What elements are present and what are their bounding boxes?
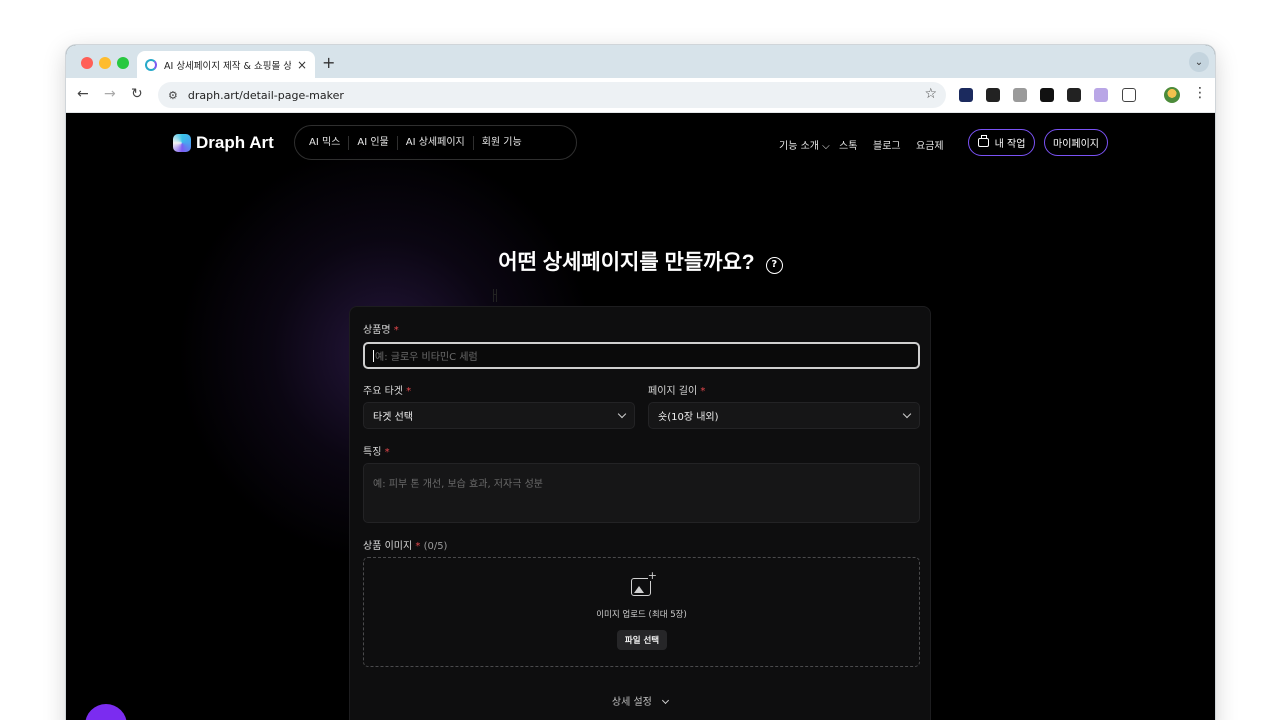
- back-button[interactable]: ←: [77, 86, 89, 102]
- site-header: Draph Art AI 믹스 AI 인물 AI 상세페이지 회원 기능 기능 …: [66, 113, 1215, 173]
- close-window-button[interactable]: [81, 57, 93, 69]
- nav-features-dropdown[interactable]: 기능 소개 ⌵: [779, 137, 830, 152]
- logo-text: Draph Art: [196, 133, 274, 152]
- draph-logo-icon: [173, 134, 191, 152]
- main-nav: AI 믹스 AI 인물 AI 상세페이지 회원 기능: [294, 125, 577, 160]
- site-info-icon[interactable]: ⚙: [168, 89, 178, 102]
- tab-title: AI 상세페이지 제작 & 쇼핑몰 상세페이지: [164, 60, 291, 72]
- target-select-value: 타겟 선택: [373, 412, 413, 423]
- nav-stock[interactable]: 스톡: [839, 137, 857, 152]
- chevron-down-icon: [662, 696, 670, 705]
- nav-blog[interactable]: 블로그: [873, 137, 901, 152]
- file-select-button[interactable]: 파일 선택: [617, 630, 667, 650]
- my-work-label: 내 작업: [994, 139, 1026, 150]
- extension-pen-icon[interactable]: [986, 88, 1000, 102]
- required-mark: *: [700, 386, 706, 397]
- bookmark-star-icon[interactable]: ☆: [924, 86, 937, 102]
- page-title: 어떤 상세페이지를 만들까요?: [498, 251, 755, 274]
- forward-button[interactable]: →: [104, 86, 116, 102]
- profile-avatar[interactable]: [1164, 87, 1180, 103]
- my-page-label: 마이페이지: [1053, 139, 1099, 150]
- required-mark: *: [393, 325, 399, 336]
- advanced-settings-toggle[interactable]: 상세 설정: [350, 693, 930, 708]
- maximize-window-button[interactable]: [117, 57, 129, 69]
- page-length-label-text: 페이지 길이: [648, 386, 698, 397]
- reload-button[interactable]: ↻: [131, 86, 143, 102]
- required-mark: *: [384, 447, 390, 458]
- required-mark: *: [415, 541, 421, 552]
- my-page-button[interactable]: 마이페이지: [1044, 129, 1108, 156]
- my-work-button[interactable]: 내 작업: [968, 129, 1035, 156]
- target-select[interactable]: 타겟 선택: [363, 402, 635, 429]
- page-title-row: 어떤 상세페이지를 만들까요? ?: [66, 246, 1215, 276]
- nav-member-features[interactable]: 회원 기능: [474, 136, 530, 150]
- chevron-down-icon: [902, 409, 912, 419]
- url-text[interactable]: draph.art/detail-page-maker: [188, 89, 344, 102]
- product-name-input[interactable]: 예: 글로우 비타민C 세럼: [363, 342, 920, 369]
- product-name-label-text: 상품명: [363, 325, 391, 336]
- product-name-label: 상품명 *: [363, 321, 399, 336]
- features-placeholder: 예: 피부 톤 개선, 보습 효과, 저자극 성분: [373, 479, 543, 490]
- page-length-select-value: 숏(10장 내외): [658, 412, 719, 423]
- product-images-label-text: 상품 이미지: [363, 541, 413, 552]
- required-mark: *: [406, 386, 412, 397]
- text-caret: [373, 349, 374, 362]
- new-tab-button[interactable]: +: [322, 53, 335, 72]
- page-viewport: Draph Art AI 믹스 AI 인물 AI 상세페이지 회원 기능 기능 …: [66, 113, 1215, 720]
- nav-ai-detail-page[interactable]: AI 상세페이지: [398, 135, 474, 150]
- tab-strip: AI 상세페이지 제작 & 쇼핑몰 상세페이지 × + ⌄: [66, 45, 1215, 78]
- browser-window: AI 상세페이지 제작 & 쇼핑몰 상세페이지 × + ⌄ ← → ↻ ⚙ dr…: [66, 45, 1215, 720]
- extensions-puzzle-icon[interactable]: [1122, 88, 1136, 102]
- chevron-down-icon: [617, 409, 627, 419]
- detail-page-form: 상품명 * 예: 글로우 비타민C 세럼 주요 타겟 * 타겟 선택 페이지 길…: [349, 306, 931, 720]
- help-icon[interactable]: ?: [765, 257, 783, 274]
- extension-1-icon[interactable]: [959, 88, 973, 102]
- nav-ai-mix[interactable]: AI 믹스: [301, 135, 350, 150]
- target-label-text: 주요 타겟: [363, 386, 403, 397]
- extension-mail-icon[interactable]: [1094, 88, 1108, 102]
- upload-hint: 이미지 업로드 (최대 5장): [596, 610, 687, 620]
- product-name-placeholder: 예: 글로우 비타민C 세럼: [375, 352, 478, 363]
- extension-f-icon[interactable]: [1067, 88, 1081, 102]
- features-textarea[interactable]: 예: 피부 톤 개선, 보습 효과, 저자극 성분: [363, 463, 920, 523]
- draph-logo[interactable]: Draph Art: [173, 133, 274, 153]
- active-tab[interactable]: AI 상세페이지 제작 & 쇼핑몰 상세페이지 ×: [137, 51, 315, 78]
- nav-pricing[interactable]: 요금제: [916, 137, 944, 152]
- page-length-select[interactable]: 숏(10장 내외): [648, 402, 920, 429]
- tab-close-icon[interactable]: ×: [297, 58, 307, 72]
- features-label: 특징 *: [363, 443, 390, 458]
- nav-ai-person[interactable]: AI 인물: [349, 135, 398, 150]
- minimize-window-button[interactable]: [99, 57, 111, 69]
- features-label-text: 특징: [363, 447, 382, 458]
- advanced-settings-label: 상세 설정: [611, 697, 652, 708]
- page-length-label: 페이지 길이 *: [648, 382, 705, 397]
- image-add-icon: [631, 570, 657, 596]
- extension-camera-icon[interactable]: [1013, 88, 1027, 102]
- image-count: (0/5): [423, 541, 448, 552]
- briefcase-icon: [977, 135, 989, 147]
- image-upload-dropzone[interactable]: 이미지 업로드 (최대 5장) 파일 선택: [363, 557, 920, 667]
- tab-search-button[interactable]: ⌄: [1189, 52, 1209, 72]
- extension-p-icon[interactable]: [1040, 88, 1054, 102]
- text-cursor-icon: [493, 289, 497, 302]
- address-bar[interactable]: ⚙ draph.art/detail-page-maker ☆: [158, 82, 946, 108]
- browser-menu-icon[interactable]: ⋮: [1193, 85, 1207, 101]
- product-images-label: 상품 이미지 * (0/5): [363, 537, 447, 552]
- browser-toolbar: ← → ↻ ⚙ draph.art/detail-page-maker ☆ ⋮: [66, 78, 1215, 113]
- floating-action-button[interactable]: [85, 704, 127, 720]
- target-label: 주요 타겟 *: [363, 382, 411, 397]
- draph-favicon-icon: [145, 58, 157, 71]
